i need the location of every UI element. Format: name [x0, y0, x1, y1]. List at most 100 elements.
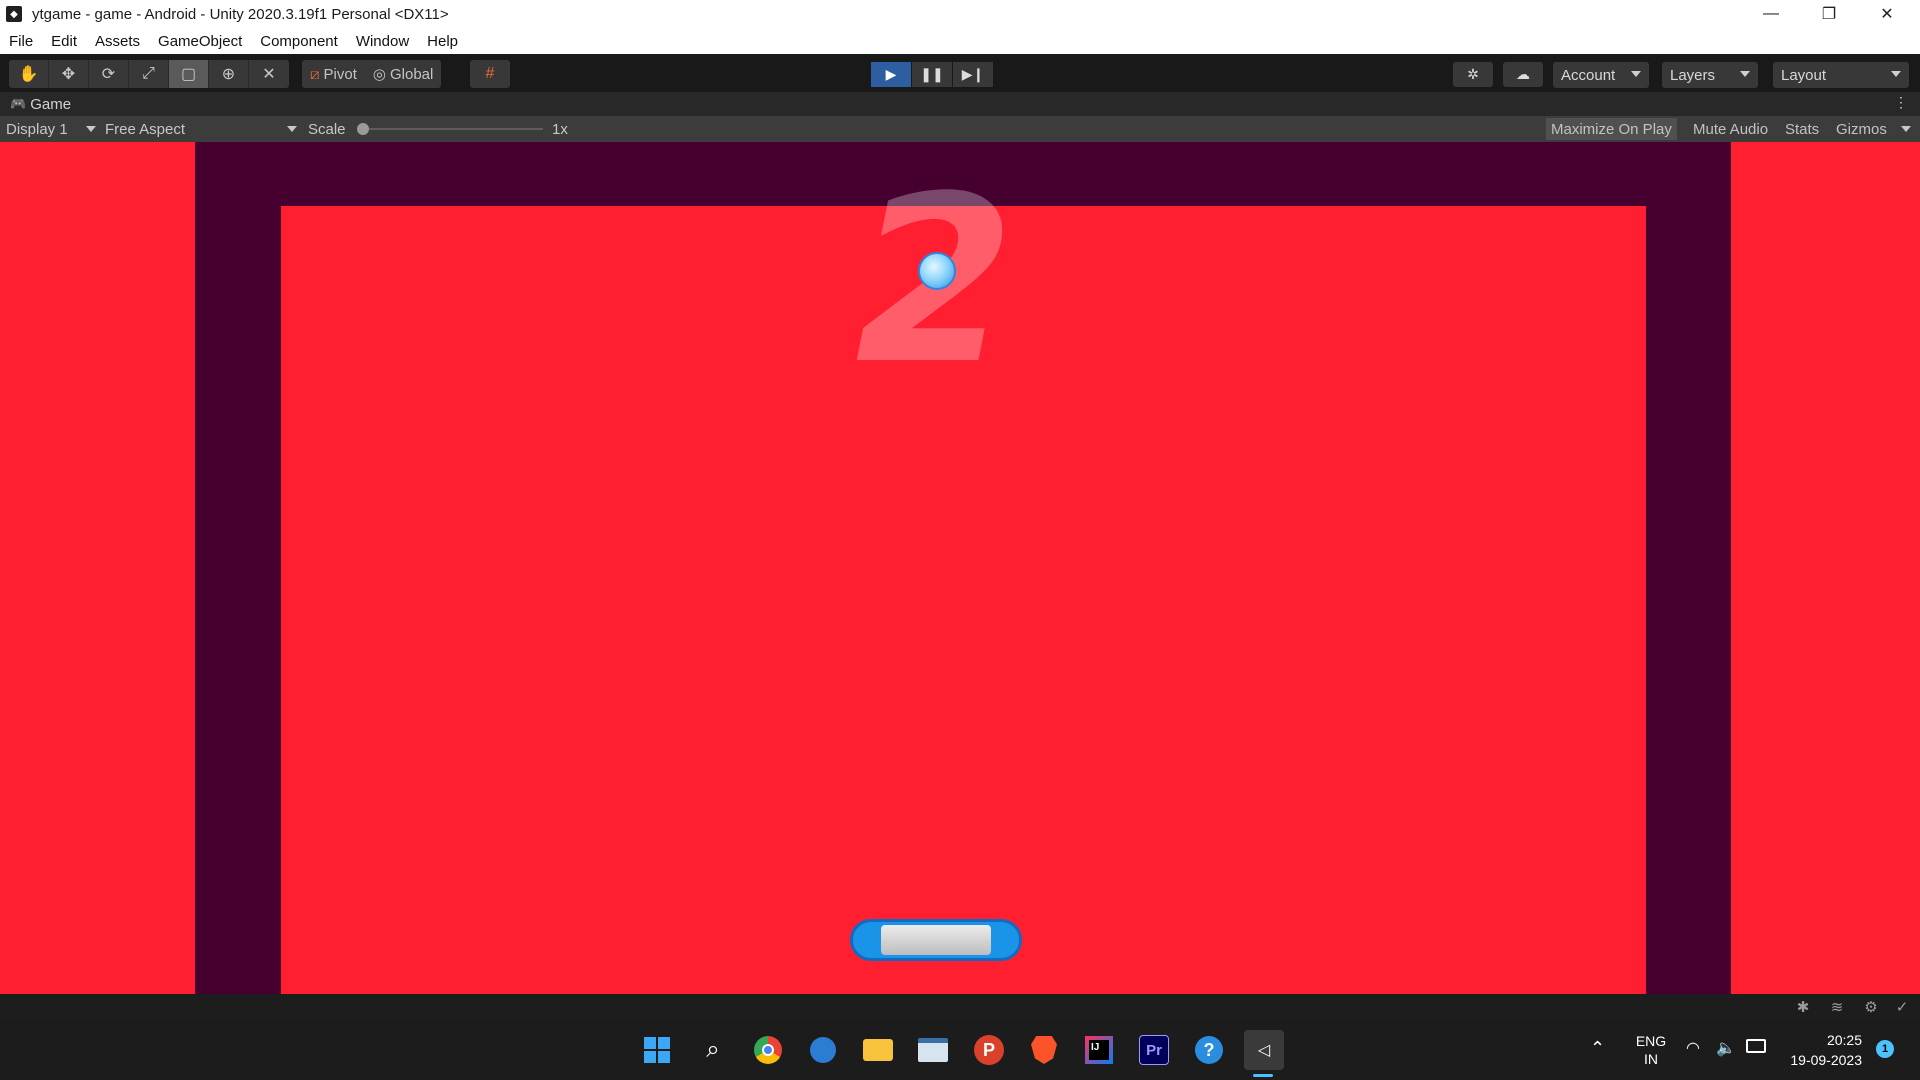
chevron-down-icon — [1891, 71, 1901, 77]
paddle — [850, 919, 1022, 961]
intellij-icon[interactable]: IJ — [1079, 1030, 1119, 1070]
chrome-icon[interactable] — [748, 1030, 788, 1070]
menu-component[interactable]: Component — [251, 33, 347, 50]
language-line1: ENG — [1635, 1033, 1667, 1049]
editor-status-bar: ✱ ≋ ⚙ ✓ — [0, 994, 1920, 1020]
ball — [918, 252, 956, 290]
rotate-tool-icon[interactable]: ⟳ — [89, 60, 129, 88]
clock[interactable]: 20:25 19-09-2023 — [1780, 1030, 1862, 1070]
step-button[interactable]: ▶❙ — [953, 62, 993, 87]
language-indicator[interactable]: ENG IN — [1630, 1032, 1672, 1068]
game-view[interactable]: 2 — [0, 142, 1920, 994]
play-icon: ▶ — [885, 66, 897, 82]
layers-label: Layers — [1670, 66, 1716, 84]
rect-tool-icon[interactable]: ▢ — [169, 60, 209, 88]
paddle-core — [881, 925, 991, 955]
mute-audio-toggle[interactable]: Mute Audio — [1688, 118, 1773, 140]
cloud-icon: ☁ — [1516, 66, 1530, 82]
chevron-up-icon[interactable]: ⌃ — [1590, 1038, 1605, 1059]
gizmos-toggle[interactable]: Gizmos — [1831, 118, 1892, 140]
battery-icon[interactable] — [1746, 1039, 1766, 1053]
chevron-down-icon — [1740, 71, 1750, 77]
check-circle-icon[interactable]: ✓ — [1892, 998, 1912, 1016]
account-dropdown[interactable]: Account — [1553, 62, 1649, 88]
layers-dropdown[interactable]: Layers — [1662, 62, 1758, 88]
pause-icon: ❚❚ — [920, 66, 944, 82]
services-icon: ✲ — [1467, 66, 1479, 82]
word-icon[interactable] — [803, 1030, 843, 1070]
scale-tool-icon[interactable]: ⤢ — [129, 60, 169, 88]
pivot-icon: ⧄ — [310, 65, 320, 83]
custom-tool-icon[interactable]: ✕ — [249, 60, 289, 88]
close-button[interactable]: ✕ — [1858, 0, 1916, 28]
layout-dropdown[interactable]: Layout — [1773, 62, 1909, 88]
p-app-icon[interactable]: P — [969, 1030, 1009, 1070]
transform-tool-icon[interactable]: ⊕ — [209, 60, 249, 88]
game-tab-bar: 🎮 Game ⋮ — [0, 92, 1920, 116]
transform-tools: ✋ ✥ ⟳ ⤢ ▢ ⊕ ✕ — [9, 60, 289, 88]
pivot-global-group: ⧄ Pivot ◎ Global — [302, 60, 442, 88]
step-icon: ▶❙ — [961, 66, 985, 82]
menu-assets[interactable]: Assets — [86, 33, 149, 50]
clock-time: 20:25 — [1826, 1032, 1862, 1048]
gear-icon[interactable]: ⚙ — [1861, 998, 1881, 1016]
file-explorer-icon[interactable] — [858, 1030, 898, 1070]
scale-slider-handle[interactable] — [357, 123, 369, 135]
stats-toggle[interactable]: Stats — [1780, 118, 1824, 140]
chevron-down-icon — [1631, 71, 1641, 77]
pause-button[interactable]: ❚❚ — [912, 62, 952, 87]
window-titlebar: ◆ ytgame - game - Android - Unity 2020.3… — [0, 0, 1920, 28]
pivot-toggle[interactable]: ⧄ Pivot — [302, 60, 365, 88]
minimize-button[interactable]: — — [1742, 0, 1800, 28]
global-toggle[interactable]: ◎ Global — [365, 60, 441, 88]
terminal-icon[interactable] — [913, 1030, 953, 1070]
scale-label: Scale — [308, 120, 346, 138]
pivot-label: Pivot — [323, 65, 357, 83]
active-app-indicator — [1253, 1074, 1273, 1077]
services-button[interactable]: ✲ — [1453, 62, 1493, 87]
layout-label: Layout — [1781, 66, 1827, 84]
aspect-label: Free Aspect — [105, 120, 186, 138]
tab-game-label: Game — [30, 95, 72, 113]
help-icon[interactable]: ? — [1189, 1030, 1229, 1070]
globe-icon: ◎ — [372, 66, 386, 83]
aspect-dropdown[interactable]: Free Aspect — [105, 116, 297, 142]
layers-stack-icon[interactable]: ≋ — [1827, 998, 1847, 1016]
display-dropdown[interactable]: Display 1 — [6, 116, 96, 142]
move-tool-icon[interactable]: ✥ — [49, 60, 89, 88]
chevron-down-icon — [287, 126, 297, 132]
menu-file[interactable]: File — [0, 33, 42, 50]
menu-help[interactable]: Help — [418, 33, 467, 50]
menu-edit[interactable]: Edit — [42, 33, 86, 50]
global-label: Global — [390, 65, 434, 83]
premiere-pro-icon[interactable]: Pr — [1134, 1030, 1174, 1070]
gizmos-dropdown-icon[interactable] — [1901, 126, 1911, 132]
unity-icon[interactable]: ◁ — [1244, 1030, 1284, 1070]
scale-slider-track[interactable] — [358, 128, 543, 130]
search-icon[interactable]: ⌕ — [693, 1030, 733, 1070]
clock-date: 19-09-2023 — [1790, 1052, 1862, 1068]
hand-tool-icon[interactable]: ✋ — [9, 60, 49, 88]
notification-badge[interactable]: 1 — [1876, 1040, 1894, 1058]
taskbar: ⌕ P IJ Pr ? ◁ ⌃ ENG IN ◠ 🔈 20:25 19-09-2… — [0, 1020, 1920, 1080]
premiere-label: Pr — [1139, 1035, 1169, 1065]
grid-snap-button[interactable]: # — [470, 60, 510, 88]
volume-icon[interactable]: 🔈 — [1716, 1038, 1736, 1058]
game-view-toolbar: Display 1 Free Aspect Scale 1x Maximize … — [0, 116, 1920, 142]
grid-snap-icon: # — [485, 65, 495, 82]
wifi-icon[interactable]: ◠ — [1686, 1038, 1700, 1058]
cloud-button[interactable]: ☁ — [1503, 62, 1543, 87]
maximize-on-play-toggle[interactable]: Maximize On Play — [1546, 118, 1677, 140]
display-label: Display 1 — [6, 120, 68, 138]
scale-value: 1x — [552, 120, 568, 138]
window-title: ytgame - game - Android - Unity 2020.3.1… — [32, 5, 449, 23]
brave-icon[interactable] — [1024, 1030, 1064, 1070]
menu-window[interactable]: Window — [347, 33, 418, 50]
tab-game[interactable]: 🎮 Game — [0, 96, 71, 113]
tab-menu-icon[interactable]: ⋮ — [1894, 94, 1908, 111]
menu-gameobject[interactable]: GameObject — [149, 33, 251, 50]
debug-icon[interactable]: ✱ — [1793, 998, 1813, 1016]
windows-start-icon[interactable] — [637, 1030, 677, 1070]
restore-button[interactable]: ❐ — [1800, 0, 1858, 28]
play-button[interactable]: ▶ — [871, 62, 911, 87]
